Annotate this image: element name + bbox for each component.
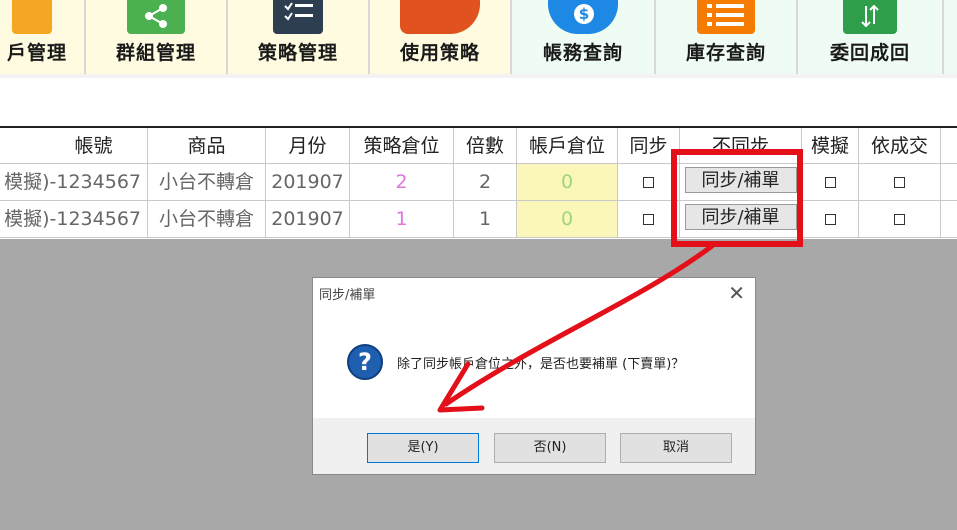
cell-partial <box>941 201 957 238</box>
simulate-checkbox[interactable] <box>824 177 836 188</box>
toolbar-spacer <box>0 78 957 126</box>
column-header-account[interactable]: 帳號 <box>0 128 148 164</box>
sync-fill-order-button[interactable]: 同步/補單 <box>684 167 797 193</box>
cancel-button[interactable]: 取消 <box>620 433 732 463</box>
cell-no-sync: 同步/補單 <box>680 201 802 238</box>
dialog-message: 除了同步帳戶倉位之外，是否也要補單 (下賣單)？ <box>397 357 685 372</box>
column-header-no-sync[interactable]: 不同步 <box>680 128 802 164</box>
piggy-bank-icon: $ <box>548 0 618 34</box>
toolbar-button-strategy-management[interactable]: 策略管理 <box>228 0 370 74</box>
close-icon[interactable]: ✕ <box>728 281 745 305</box>
column-header-account-position[interactable]: 帳戶倉位 <box>517 128 618 164</box>
cell-account-position[interactable]: 0 <box>517 201 618 238</box>
cell-by-fill <box>859 164 941 201</box>
cell-by-fill <box>859 201 941 238</box>
column-header-strategy-position[interactable]: 策略倉位 <box>350 128 454 164</box>
cell-product[interactable]: 小台不轉倉 <box>148 201 266 238</box>
hand-icon <box>400 0 480 34</box>
yes-button[interactable]: 是(Y) <box>367 433 479 463</box>
cell-product[interactable]: 小台不轉倉 <box>148 164 266 201</box>
cell-month[interactable]: 201907 <box>266 164 350 201</box>
toolbar-button-order-fill-report[interactable]: 委回成回 <box>798 0 944 74</box>
cell-simulate <box>802 201 859 238</box>
column-header-product[interactable]: 商品 <box>148 128 266 164</box>
cell-multiplier[interactable]: 1 <box>454 201 517 238</box>
sync-fill-dialog: 同步/補單 ✕ ? 除了同步帳戶倉位之外，是否也要補單 (下賣單)？ 是(Y) … <box>312 277 756 475</box>
dialog-title: 同步/補單 <box>319 288 376 303</box>
strategy-grid: 帳號 商品 月份 策略倉位 倍數 帳戶倉位 同步 不同步 模擬 依成交 模擬)-… <box>0 126 957 239</box>
toolbar-button-group-management[interactable]: 群組管理 <box>86 0 228 74</box>
cell-account-position[interactable]: 0 <box>517 164 618 201</box>
sync-checkbox[interactable] <box>643 214 654 225</box>
cell-partial <box>941 164 957 201</box>
toolbar-button-inventory-query[interactable]: 庫存查詢 <box>656 0 798 74</box>
cell-no-sync: 同步/補單 <box>680 164 802 201</box>
toolbar: 戶管理 群組管理 策略管理 使用策略 $ 帳務查詢 庫存查詢 委回成回 <box>0 0 957 78</box>
toolbar-button-partial[interactable] <box>944 0 957 74</box>
cell-strategy-position[interactable]: 1 <box>350 201 454 238</box>
cell-month[interactable]: 201907 <box>266 201 350 238</box>
column-header-multiplier[interactable]: 倍數 <box>454 128 517 164</box>
cell-simulate <box>802 164 859 201</box>
cell-strategy-position[interactable]: 2 <box>350 164 454 201</box>
toolbar-button-use-strategy[interactable]: 使用策略 <box>370 0 512 74</box>
question-icon: ? <box>347 344 383 380</box>
cell-account[interactable]: 模擬)-1234567 <box>0 201 148 238</box>
sync-fill-order-button[interactable]: 同步/補單 <box>684 204 797 230</box>
cell-account[interactable]: 模擬)-1234567 <box>0 164 148 201</box>
transfer-arrows-icon <box>843 0 897 34</box>
toolbar-button-account-query[interactable]: $ 帳務查詢 <box>512 0 656 74</box>
user-icon <box>12 0 52 34</box>
cell-sync <box>618 164 680 201</box>
list-icon <box>697 0 755 34</box>
sync-checkbox[interactable] <box>643 177 654 188</box>
simulate-checkbox[interactable] <box>824 214 836 225</box>
dialog-button-bar: 是(Y) 否(N) 取消 <box>313 418 755 474</box>
column-header-month[interactable]: 月份 <box>266 128 350 164</box>
column-header-by-fill[interactable]: 依成交 <box>859 128 941 164</box>
column-header-partial <box>941 128 957 164</box>
no-button[interactable]: 否(N) <box>494 433 606 463</box>
by-fill-checkbox[interactable] <box>894 177 905 188</box>
column-header-sync[interactable]: 同步 <box>618 128 680 164</box>
column-header-simulate[interactable]: 模擬 <box>802 128 859 164</box>
toolbar-button-account-management[interactable]: 戶管理 <box>0 0 86 74</box>
by-fill-checkbox[interactable] <box>894 214 905 225</box>
share-icon <box>127 0 185 34</box>
checklist-icon <box>273 0 323 34</box>
cell-multiplier[interactable]: 2 <box>454 164 517 201</box>
cell-sync <box>618 201 680 238</box>
